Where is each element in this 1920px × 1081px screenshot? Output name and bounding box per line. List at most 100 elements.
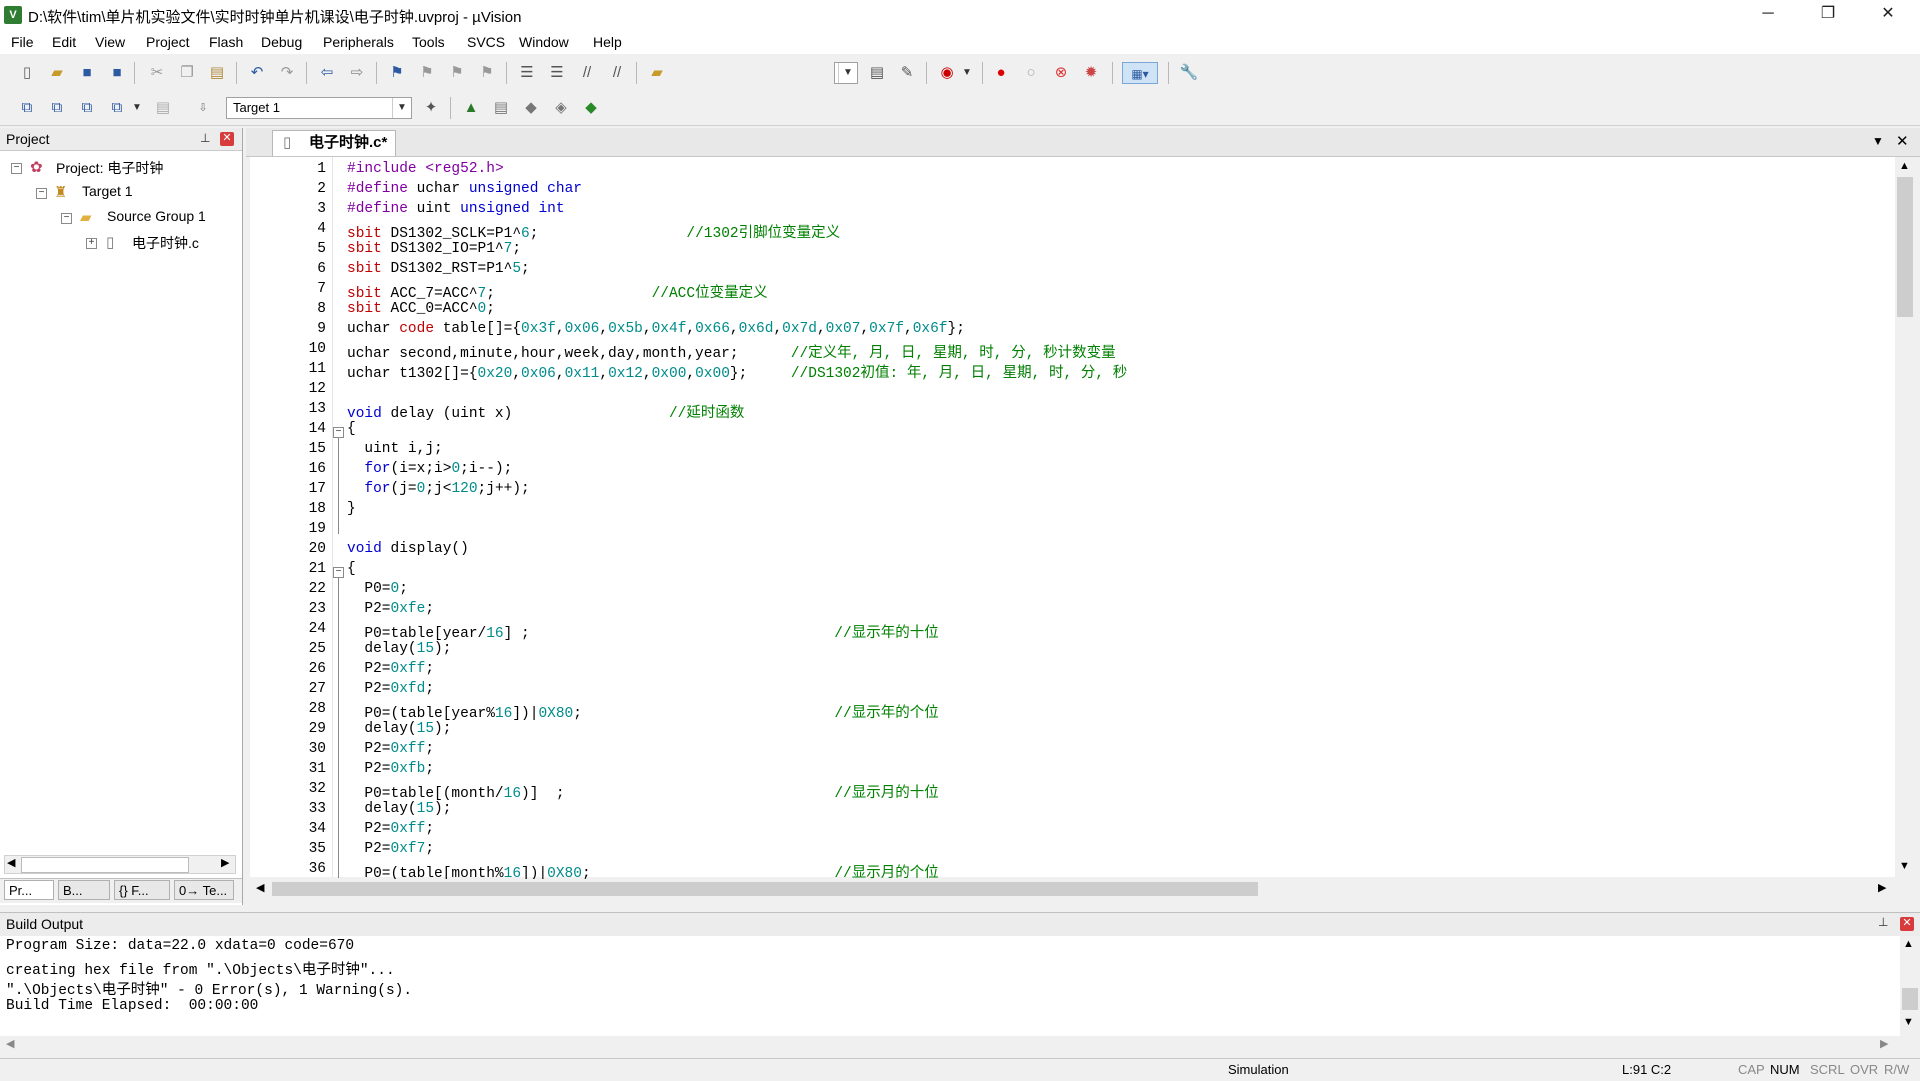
redo-icon[interactable]: ↷ [276, 62, 298, 84]
code-line[interactable]: for(i=x;i>0;i--); [347, 461, 512, 477]
chevron-down-icon[interactable]: ▼ [956, 62, 978, 84]
code-line[interactable]: sbit ACC_7=ACC^7; //ACC位变量定义 [347, 281, 768, 302]
copy-icon[interactable]: ❐ [176, 62, 198, 84]
menu-window[interactable]: Window [519, 34, 569, 50]
scroll-left-icon[interactable]: ◀ [7, 856, 15, 869]
stop-build-icon[interactable]: ▤ [152, 97, 174, 119]
code-line[interactable]: } [347, 501, 356, 517]
fold-toggle-icon[interactable]: − [333, 567, 344, 578]
expand-toggle-icon[interactable]: + [86, 238, 97, 249]
code-line[interactable]: { [347, 421, 356, 437]
code-line[interactable]: sbit DS1302_RST=P1^5; [347, 261, 530, 277]
scrollbar-thumb[interactable] [1897, 177, 1913, 317]
project-horizontal-scrollbar[interactable]: ◀ ▶ [4, 855, 236, 874]
find-icon[interactable]: ▤ [866, 62, 888, 84]
menu-svcs[interactable]: SVCS [467, 34, 505, 50]
pin-icon[interactable]: ⊥ [200, 131, 210, 145]
scrollbar-thumb[interactable] [21, 857, 189, 873]
code-line[interactable]: void display() [347, 541, 469, 557]
paste-icon[interactable]: ▤ [206, 62, 228, 84]
find-in-files-icon[interactable]: ▰ [646, 62, 668, 84]
scroll-left-icon[interactable]: ◀ [256, 881, 264, 894]
scroll-right-icon[interactable]: ▶ [1878, 881, 1886, 894]
code-line[interactable]: for(j=0;j<120;j++); [347, 481, 529, 497]
code-line[interactable]: P0=table[(month/16)] ; //显示月的十位 [347, 781, 938, 802]
save-icon[interactable]: ■ [76, 62, 98, 84]
code-line[interactable]: P0=table[year/16] ; //显示年的十位 [347, 621, 938, 642]
bookmark-icon[interactable]: ⚑ [386, 62, 408, 84]
scrollbar-thumb[interactable] [272, 882, 1258, 896]
close-icon[interactable]: ✕ [1900, 917, 1914, 931]
menu-help[interactable]: Help [593, 34, 622, 50]
disable-breakpoint-icon[interactable]: ○ [1020, 62, 1042, 84]
scroll-up-icon[interactable]: ▲ [1903, 938, 1914, 950]
target-select[interactable]: Target 1 ▼ [226, 97, 412, 119]
menu-tools[interactable]: Tools [412, 34, 445, 50]
undo-icon[interactable]: ↶ [246, 62, 268, 84]
indent-icon[interactable]: ☰ [516, 62, 538, 84]
tab-list-chevron-icon[interactable]: ▼ [1872, 134, 1884, 148]
cut-icon[interactable]: ✂ [146, 62, 168, 84]
scroll-left-icon[interactable]: ◀ [6, 1037, 14, 1050]
tree-item-target[interactable]: Target 1 [82, 183, 133, 199]
code-line[interactable]: #define uint unsigned int [347, 201, 565, 217]
manage-project-items-icon[interactable]: ▲ [460, 97, 482, 119]
build-output-text[interactable]: Program Size: data=22.0 xdata=0 code=670… [0, 936, 1900, 1036]
scroll-down-icon[interactable]: ▼ [1903, 1016, 1914, 1028]
menu-peripherals[interactable]: Peripherals [323, 34, 394, 50]
find-combo[interactable]: ▼ [834, 62, 858, 84]
code-line[interactable]: uchar code table[]={0x3f,0x06,0x5b,0x4f,… [347, 321, 965, 337]
tab-functions[interactable]: {} F... [114, 880, 170, 900]
restore-button[interactable]: ❐ [1800, 0, 1856, 30]
editor-tab-file[interactable]: ▯ 电子时钟.c* [272, 130, 396, 156]
menu-file[interactable]: File [11, 34, 34, 50]
next-bookmark-icon[interactable]: ⚑ [446, 62, 468, 84]
manage-components-icon[interactable]: ▤ [490, 97, 512, 119]
tree-item-file[interactable]: 电子时钟.c [132, 233, 199, 253]
code-line[interactable]: sbit DS1302_SCLK=P1^6; //1302引脚位变量定义 [347, 221, 840, 242]
scroll-up-icon[interactable]: ▲ [1899, 160, 1910, 172]
menu-edit[interactable]: Edit [52, 34, 76, 50]
tree-item-source-group[interactable]: Source Group 1 [107, 208, 206, 224]
unindent-icon[interactable]: ☰ [546, 62, 568, 84]
code-line[interactable]: P0=0; [347, 581, 408, 597]
build-icon[interactable]: ⧉ [46, 97, 68, 119]
disable-all-breakpoints-icon[interactable]: ⊗ [1050, 62, 1072, 84]
tab-books[interactable]: B... [58, 880, 110, 900]
code-line[interactable]: #define uchar unsigned char [347, 181, 582, 197]
save-all-icon[interactable]: ■ [106, 62, 128, 84]
code-line[interactable]: P2=0xfe; [347, 601, 434, 617]
rebuild-icon[interactable]: ⧉ [76, 97, 98, 119]
chevron-down-icon[interactable]: ▼ [126, 97, 148, 119]
scroll-down-icon[interactable]: ▼ [1899, 860, 1910, 872]
close-tab-icon[interactable]: ✕ [1896, 132, 1909, 150]
configure-wrench-icon[interactable]: 🔧 [1178, 62, 1200, 84]
breakpoint-icon[interactable]: ● [990, 62, 1012, 84]
code-line[interactable]: delay(15); [347, 801, 451, 817]
pin-icon[interactable]: ⊥ [1878, 915, 1888, 929]
code-line[interactable]: sbit ACC_0=ACC^0; [347, 301, 495, 317]
code-line[interactable]: sbit DS1302_IO=P1^7; [347, 241, 521, 257]
code-line[interactable]: P2=0xfd; [347, 681, 434, 697]
menu-view[interactable]: View [95, 34, 125, 50]
uncomment-icon[interactable]: // [606, 62, 628, 84]
navigate-forward-icon[interactable]: ⇨ [346, 62, 368, 84]
scrollbar-thumb[interactable] [1902, 988, 1918, 1010]
kill-all-breakpoints-icon[interactable]: ✹ [1080, 62, 1102, 84]
collapse-toggle-icon[interactable]: − [11, 163, 22, 174]
batch-build-icon[interactable]: ⧉ [106, 97, 128, 119]
code-line[interactable]: P2=0xf7; [347, 841, 434, 857]
code-line[interactable]: P2=0xff; [347, 661, 434, 677]
code-line[interactable]: delay(15); [347, 721, 451, 737]
code-line[interactable]: P2=0xff; [347, 741, 434, 757]
manage-rte-icon[interactable]: ◆ [580, 97, 602, 119]
translate-icon[interactable]: ⧉ [16, 97, 38, 119]
code-line[interactable]: uchar second,minute,hour,week,day,month,… [347, 341, 1116, 362]
comment-icon[interactable]: // [576, 62, 598, 84]
minimize-button[interactable]: ─ [1740, 0, 1796, 30]
code-line[interactable]: uint i,j; [347, 441, 442, 457]
tab-templates[interactable]: 0→ Te... [174, 880, 234, 900]
code-line[interactable]: P2=0xff; [347, 821, 434, 837]
download-load-icon[interactable]: ⇩ [192, 97, 214, 119]
tree-item-project[interactable]: Project: 电子时钟 [56, 158, 163, 178]
